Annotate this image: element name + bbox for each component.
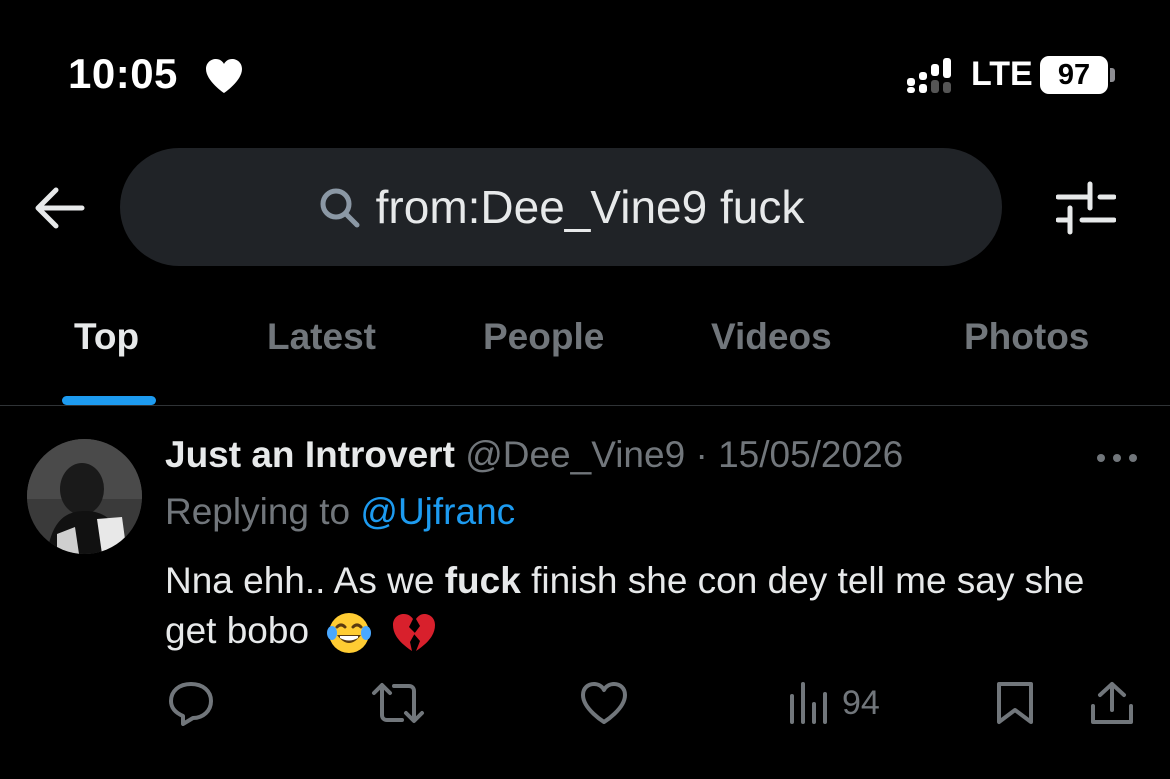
active-tab-indicator — [62, 396, 156, 405]
like-button[interactable] — [579, 678, 629, 728]
views-button[interactable]: 94 — [788, 678, 880, 728]
filter-icon[interactable] — [1056, 180, 1116, 236]
status-bar: 10:05 LTE 97 — [0, 0, 1170, 150]
status-time: 10:05 — [68, 50, 178, 97]
heart-icon — [206, 59, 242, 93]
battery-level: 97 — [1057, 59, 1091, 91]
more-icon[interactable] — [1094, 448, 1140, 468]
search-tabs: Top Latest People Videos Photos — [0, 300, 1170, 406]
tweet-text: Nna ehh.. As we fuck finish she con dey … — [165, 556, 1125, 657]
tab-top[interactable]: Top — [74, 316, 139, 358]
retweet-button[interactable] — [370, 678, 426, 728]
avatar[interactable] — [27, 439, 142, 554]
back-button[interactable] — [28, 180, 90, 236]
face-with-tears-of-joy-icon — [327, 613, 372, 654]
share-button[interactable] — [1088, 678, 1136, 728]
battery-indicator: 97 — [1040, 56, 1108, 94]
author-handle[interactable]: @Dee_Vine9 — [465, 434, 685, 475]
tweet-text-bold: fuck — [444, 560, 521, 601]
search-icon — [320, 188, 360, 228]
share-icon — [1091, 682, 1133, 724]
bookmark-button[interactable] — [995, 678, 1035, 728]
search-input[interactable]: from:Dee_Vine9 fuck — [120, 148, 1002, 266]
broken-heart-icon — [392, 614, 435, 652]
tweet-header: Just an Introvert @Dee_Vine9 · 15/05/202… — [165, 434, 903, 476]
battery-tip — [1110, 68, 1115, 82]
reply-icon — [169, 682, 213, 726]
tab-latest[interactable]: Latest — [267, 316, 376, 358]
replying-to-handle[interactable]: @Ujfranc — [360, 491, 515, 532]
avatar-photo — [27, 439, 142, 554]
replying-to: Replying to @Ujfranc — [165, 491, 515, 533]
author-name[interactable]: Just an Introvert — [165, 434, 455, 475]
views-count: 94 — [842, 683, 880, 722]
signal-icon — [907, 58, 951, 93]
back-arrow-icon — [35, 187, 85, 229]
like-icon — [581, 682, 627, 724]
tweet-date[interactable]: 15/05/2026 — [718, 434, 903, 475]
tab-videos[interactable]: Videos — [711, 316, 832, 358]
tab-people[interactable]: People — [483, 316, 604, 358]
tab-photos[interactable]: Photos — [964, 316, 1089, 358]
retweet-icon — [372, 683, 424, 723]
search-query: from:Dee_Vine9 fuck — [375, 181, 805, 233]
views-icon — [790, 682, 827, 724]
replying-to-label: Replying to — [165, 491, 351, 532]
separator-dot: · — [695, 434, 708, 475]
network-type: LTE — [971, 55, 1033, 93]
reply-button[interactable] — [167, 678, 215, 728]
bookmark-icon — [997, 682, 1033, 724]
tweet-text-part1: Nna ehh.. As we — [165, 560, 445, 601]
